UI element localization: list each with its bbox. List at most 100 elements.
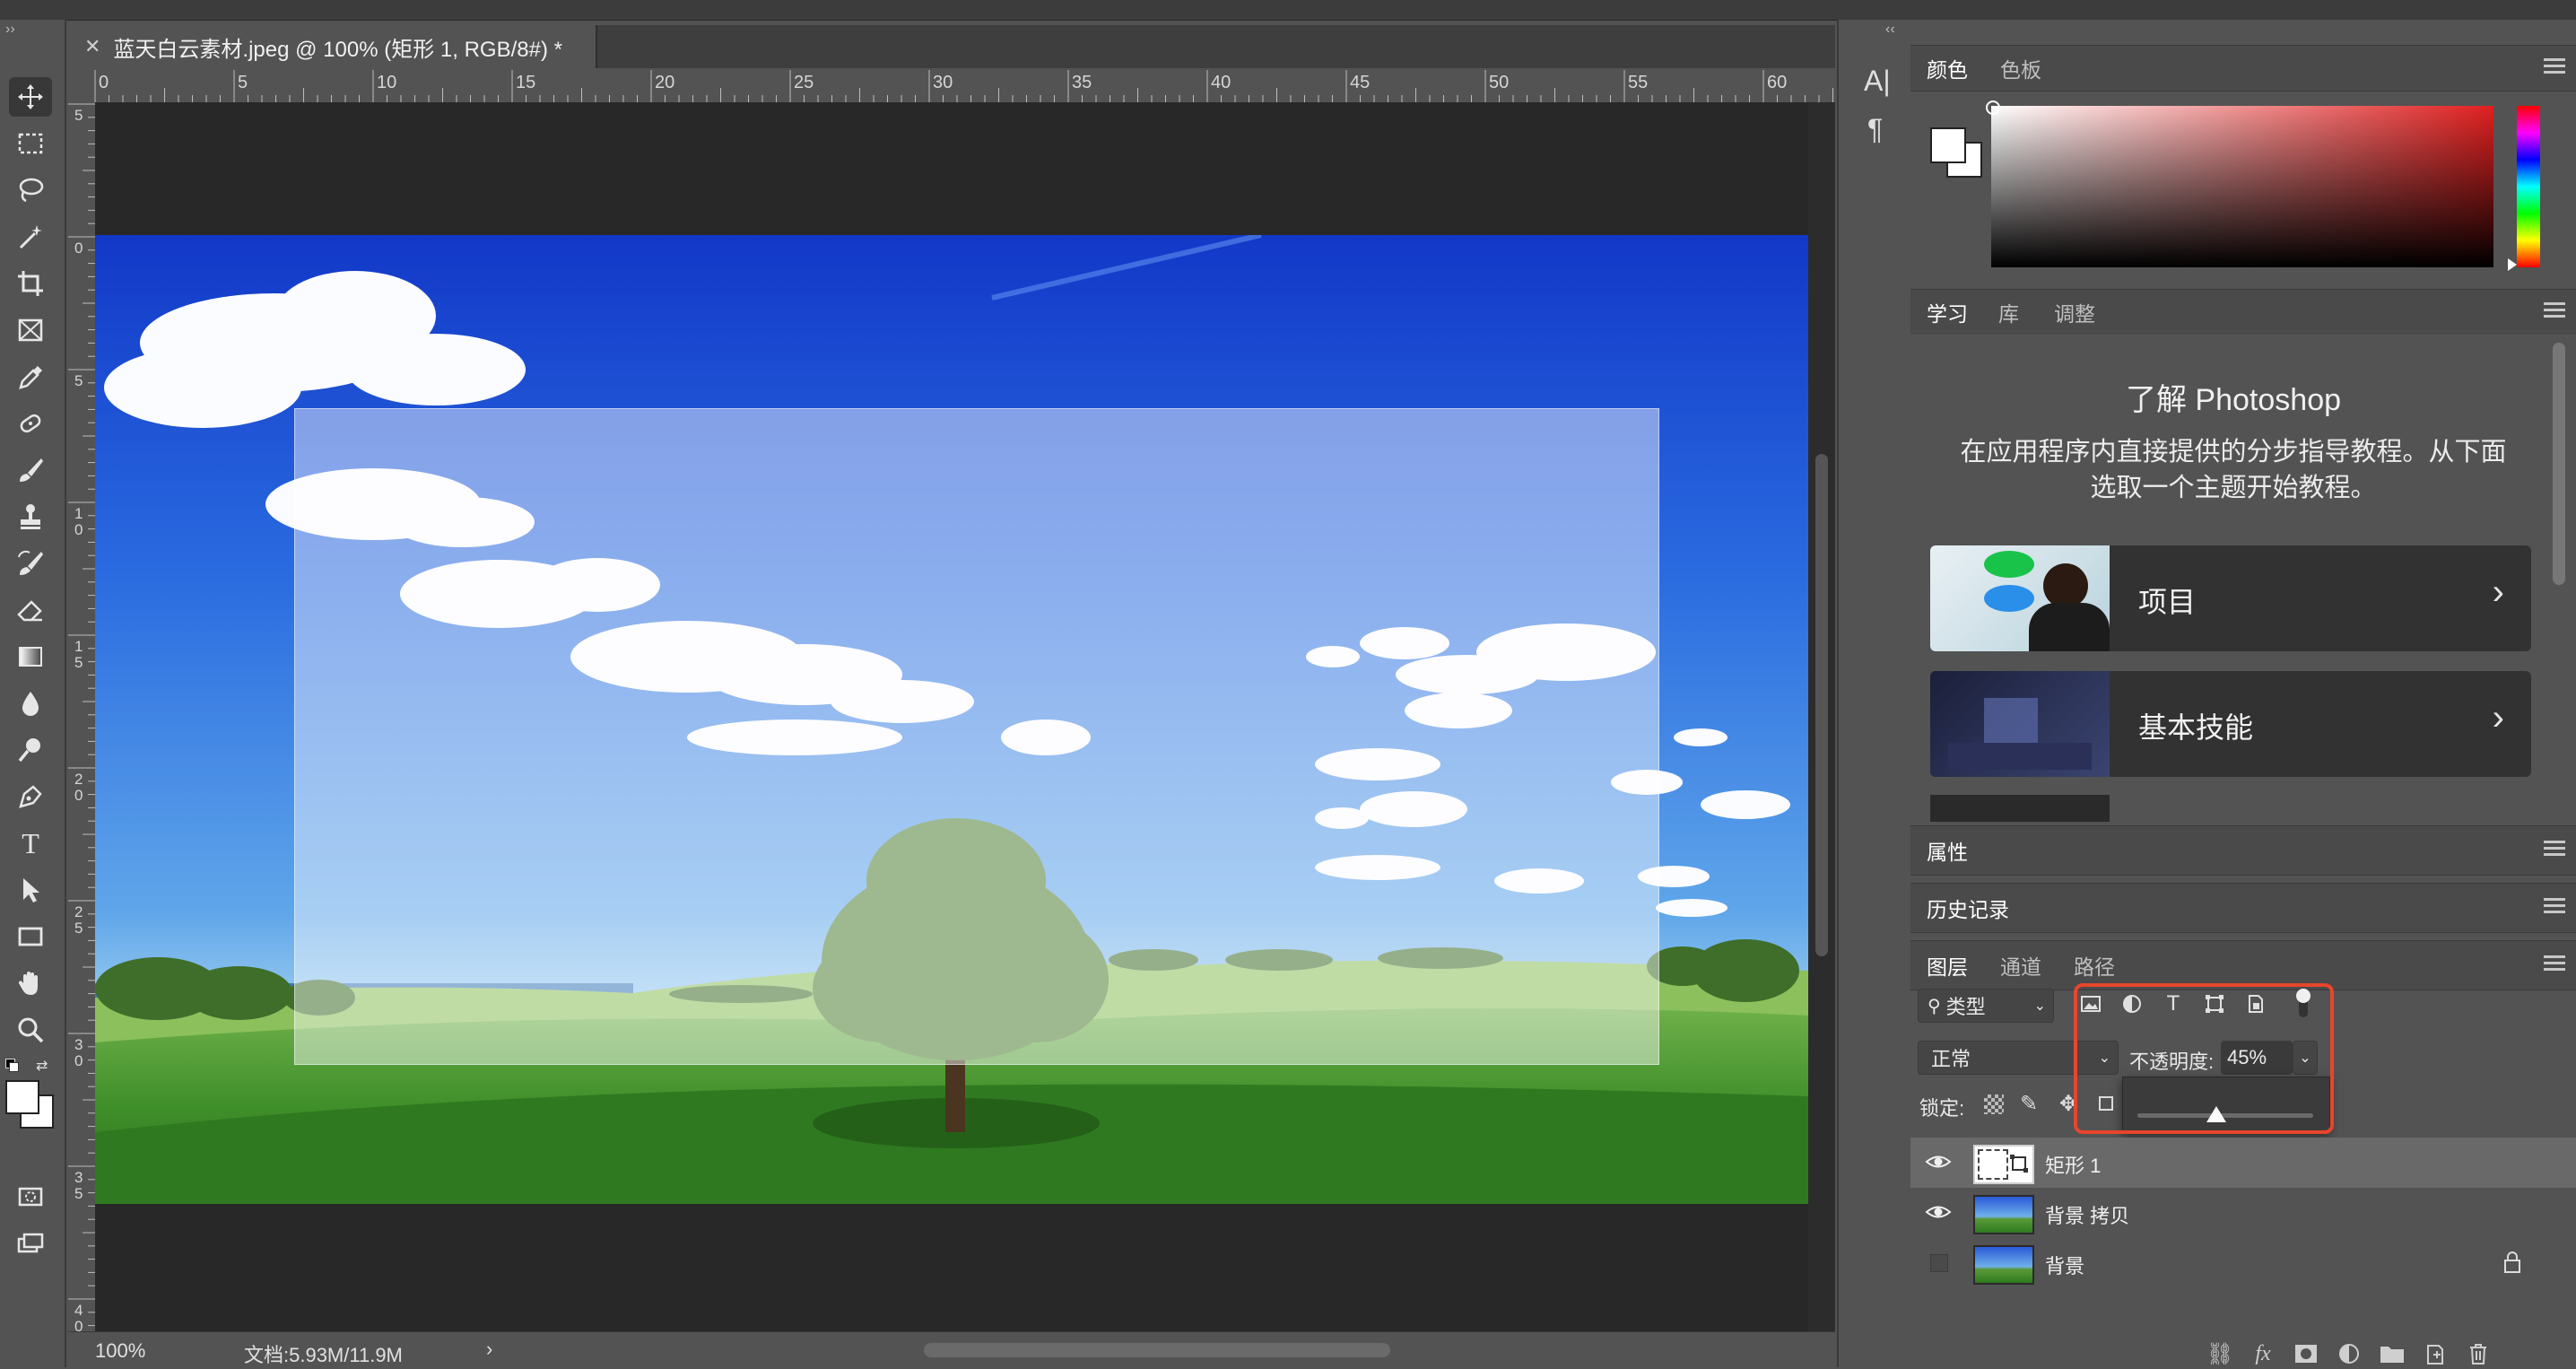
status-menu-arrow[interactable]: › bbox=[486, 1338, 492, 1361]
blur-tool-icon[interactable] bbox=[9, 684, 52, 723]
layer-style-fx-icon[interactable]: fx bbox=[2248, 1338, 2278, 1369]
tab-layers[interactable]: 图层 bbox=[1927, 941, 1968, 990]
marquee-tool-icon[interactable] bbox=[9, 124, 52, 163]
lock-transparent-pixels-icon[interactable] bbox=[1984, 1094, 2004, 1114]
zoom-tool-icon[interactable] bbox=[9, 1010, 52, 1050]
paragraph-panel-icon[interactable]: ¶ bbox=[1867, 113, 1883, 146]
learn-panel-menu-icon[interactable] bbox=[2544, 302, 2565, 318]
frame-tool-icon[interactable] bbox=[9, 310, 52, 350]
delete-layer-trash-icon[interactable] bbox=[2463, 1338, 2493, 1369]
character-panel-icon[interactable]: A| bbox=[1864, 65, 1891, 98]
learn-panel-scrollbar-thumb[interactable] bbox=[2553, 343, 2565, 585]
new-adjustment-layer-icon[interactable] bbox=[2334, 1338, 2364, 1369]
default-colors-icon[interactable] bbox=[5, 1059, 19, 1072]
lock-image-pixels-icon[interactable]: ✎ bbox=[2020, 1091, 2038, 1117]
tab-libraries[interactable]: 库 bbox=[1998, 290, 2019, 335]
color-panel-menu-icon[interactable] bbox=[2544, 58, 2565, 74]
tab-paths[interactable]: 路径 bbox=[2074, 941, 2115, 990]
color-spectrum-field[interactable] bbox=[1991, 106, 2493, 267]
ruler-label: 2 bbox=[74, 771, 83, 788]
new-layer-icon[interactable] bbox=[2420, 1338, 2450, 1369]
layer-name[interactable]: 背景 bbox=[2045, 1251, 2084, 1279]
color-picker-cursor[interactable] bbox=[1986, 100, 2000, 115]
tab-swatches[interactable]: 色板 bbox=[2000, 46, 2041, 91]
hand-tool-icon[interactable] bbox=[9, 964, 52, 1003]
ruler-label: 0 bbox=[74, 240, 83, 257]
hue-slider[interactable] bbox=[2517, 106, 2540, 267]
visibility-eye-icon[interactable] bbox=[1925, 1148, 1952, 1175]
layer-row-background[interactable]: 背景 bbox=[1910, 1238, 2576, 1288]
visibility-eye-icon[interactable] bbox=[1925, 1199, 1952, 1225]
layer-row-background-copy[interactable]: 背景 拷贝 bbox=[1910, 1188, 2576, 1238]
properties-panel-menu-icon[interactable] bbox=[2544, 841, 2565, 857]
ruler-label: 0 bbox=[74, 1318, 83, 1331]
blend-mode-value: 正常 bbox=[1931, 1048, 1971, 1070]
magic-wand-tool-icon[interactable] bbox=[9, 217, 52, 257]
swap-colors-icon[interactable]: ⇄ bbox=[36, 1057, 48, 1075]
healing-brush-tool-icon[interactable] bbox=[9, 404, 52, 443]
minicol-collapse-toggle[interactable]: ‹‹ bbox=[1885, 22, 1895, 38]
ruler-label: 5 bbox=[74, 654, 83, 671]
rectangle-tool-icon[interactable] bbox=[9, 917, 52, 956]
foreground-color-chip[interactable] bbox=[1930, 127, 1966, 163]
gradient-tool-icon[interactable] bbox=[9, 637, 52, 676]
layer-name[interactable]: 背景 拷贝 bbox=[2045, 1200, 2129, 1229]
dodge-tool-icon[interactable] bbox=[9, 730, 52, 770]
learn-card-basic-skills[interactable]: 基本技能 › bbox=[1930, 671, 2531, 777]
lasso-tool-icon[interactable] bbox=[9, 170, 52, 210]
tab-history[interactable]: 历史记录 bbox=[1927, 884, 2009, 932]
layer-row-rectangle-1[interactable]: 矩形 1 bbox=[1910, 1138, 2576, 1188]
right-panel-dock: 颜色 色板 学习 库 调整 了解 Photoshop 在应用程序内直接提供的分步… bbox=[1910, 20, 2576, 1367]
tab-properties[interactable]: 属性 bbox=[1927, 826, 1968, 875]
layers-panel-menu-icon[interactable] bbox=[2544, 955, 2565, 972]
visibility-toggle-empty[interactable] bbox=[1925, 1249, 1952, 1276]
quick-mask-icon[interactable] bbox=[9, 1177, 52, 1216]
chevron-right-icon: › bbox=[2492, 698, 2504, 737]
document-size-info: 文档:5.93M/11.9M bbox=[244, 1344, 403, 1366]
move-tool-icon[interactable] bbox=[9, 77, 52, 117]
layer-filter-kind-select[interactable]: ⚲ 类型 ⌄ bbox=[1918, 989, 2054, 1023]
new-group-folder-icon[interactable] bbox=[2377, 1338, 2407, 1369]
clone-stamp-tool-icon[interactable] bbox=[9, 497, 52, 536]
link-layers-icon[interactable]: ⛓ bbox=[2205, 1338, 2235, 1369]
layer-thumbnail-image bbox=[1973, 1195, 2034, 1234]
history-panel-menu-icon[interactable] bbox=[2544, 898, 2565, 914]
learn-card-projects[interactable]: 项目 › bbox=[1930, 545, 2531, 651]
collapsed-panel-column: ‹‹ A| ¶ bbox=[1837, 20, 1914, 1367]
ruler-label: 2 bbox=[74, 903, 83, 920]
zoom-level[interactable]: 100% bbox=[95, 1339, 145, 1363]
ruler-label: 0 bbox=[99, 73, 109, 92]
layer-lock-icon bbox=[2502, 1251, 2522, 1279]
ruler-label: 40 bbox=[1211, 73, 1231, 92]
ruler-label: 5 bbox=[74, 920, 83, 937]
crop-tool-icon[interactable] bbox=[9, 264, 52, 303]
brush-tool-icon[interactable] bbox=[9, 450, 52, 490]
path-selection-tool-icon[interactable] bbox=[9, 870, 52, 910]
layer-name[interactable]: 矩形 1 bbox=[2045, 1150, 2101, 1179]
rectangle-layer-overlay[interactable] bbox=[294, 408, 1659, 1065]
layer-thumbnail-shape bbox=[1973, 1145, 2034, 1184]
tab-channels[interactable]: 通道 bbox=[2000, 941, 2041, 990]
hue-slider-marker-icon[interactable] bbox=[2508, 258, 2517, 271]
horizontal-ruler-ticks: 05101520253035404550556065 bbox=[94, 70, 1833, 102]
pen-tool-icon[interactable] bbox=[9, 777, 52, 816]
history-panel-header: 历史记录 bbox=[1910, 883, 2576, 933]
vertical-scrollbar-thumb[interactable] bbox=[1815, 454, 1828, 956]
type-tool-icon[interactable]: T bbox=[9, 824, 52, 863]
horizontal-ruler: 05101520253035404550556065 bbox=[68, 70, 1835, 103]
toolbar-collapse-toggle[interactable]: ›› bbox=[5, 22, 15, 38]
screen-mode-icon[interactable] bbox=[9, 1224, 52, 1263]
tab-learn[interactable]: 学习 bbox=[1927, 290, 1968, 335]
ruler-label: 50 bbox=[1489, 73, 1509, 92]
add-mask-icon[interactable] bbox=[2291, 1338, 2321, 1369]
foreground-color-swatch[interactable] bbox=[5, 1080, 39, 1114]
tab-color[interactable]: 颜色 bbox=[1927, 46, 1968, 91]
horizontal-scrollbar-thumb[interactable] bbox=[924, 1343, 1390, 1357]
eraser-tool-icon[interactable] bbox=[9, 590, 52, 630]
eyedropper-tool-icon[interactable] bbox=[9, 357, 52, 397]
document-tab[interactable]: ✕ 蓝天白云素材.jpeg @ 100% (矩形 1, RGB/8#) * bbox=[68, 25, 597, 68]
history-brush-tool-icon[interactable] bbox=[9, 544, 52, 583]
vertical-scrollbar[interactable] bbox=[1808, 102, 1835, 1331]
tab-adjustments[interactable]: 调整 bbox=[2054, 290, 2095, 335]
close-tab-icon[interactable]: ✕ bbox=[84, 35, 100, 58]
